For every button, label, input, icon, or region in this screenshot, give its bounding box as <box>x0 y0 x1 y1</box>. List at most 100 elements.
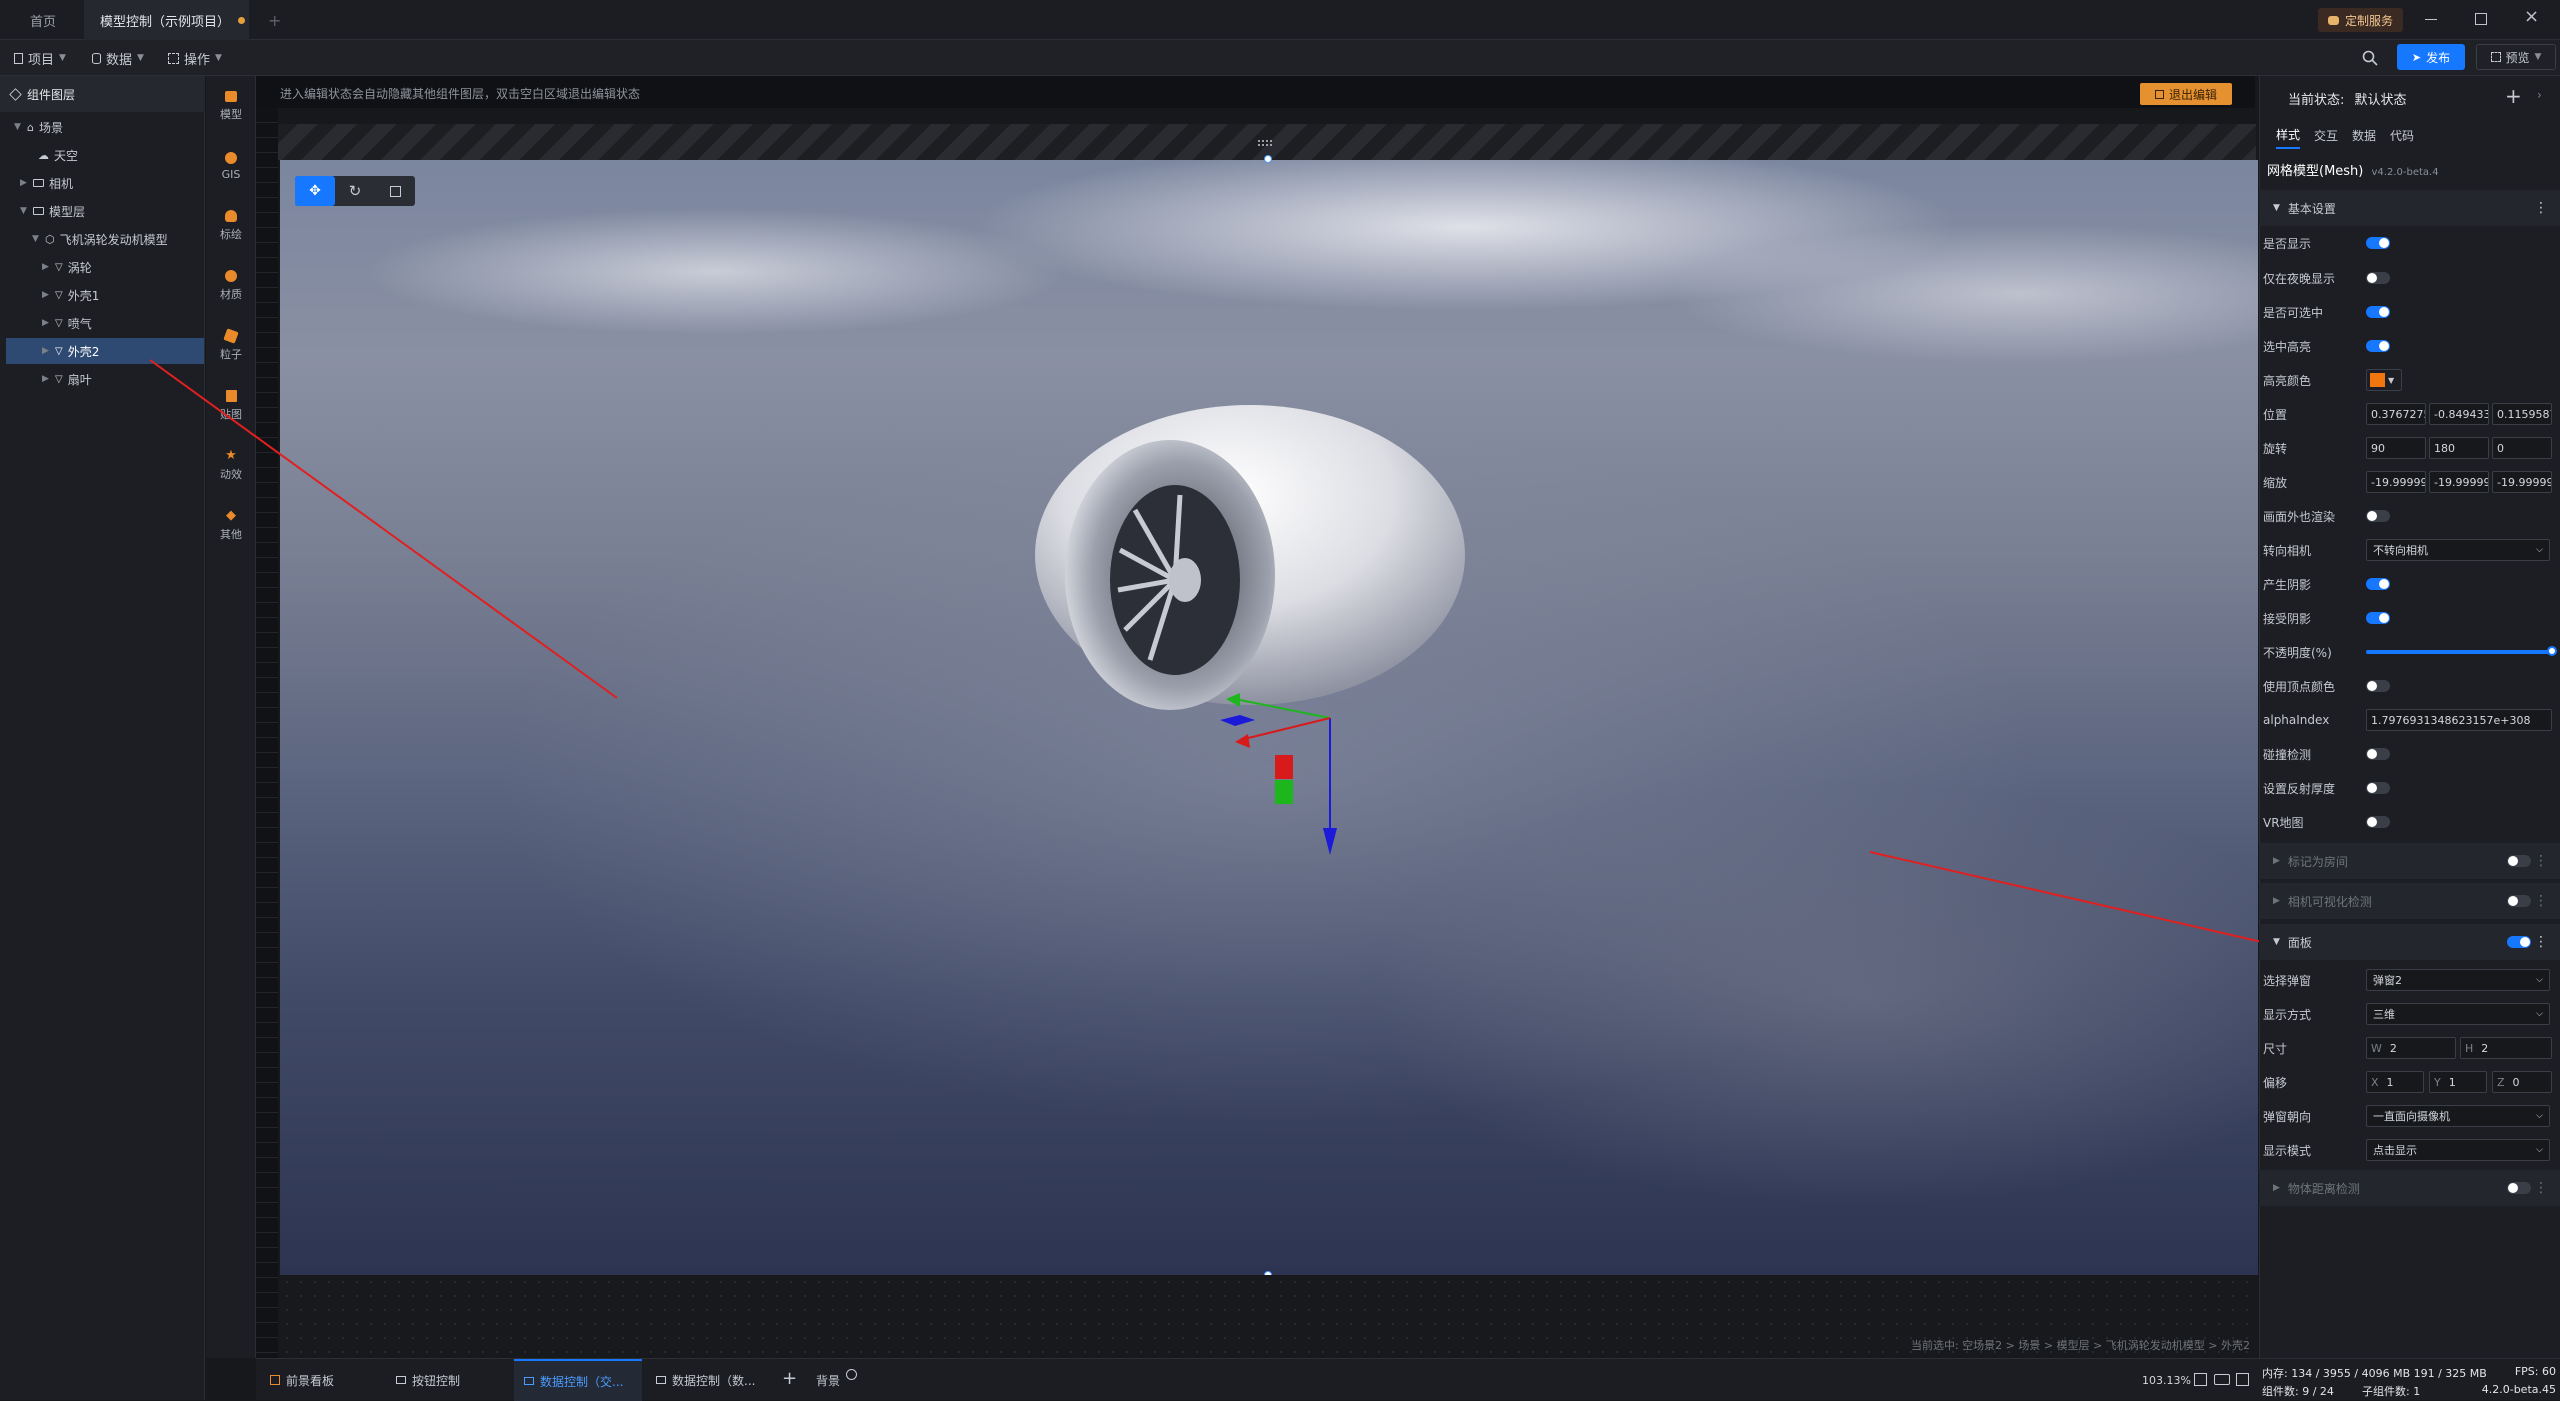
more-icon[interactable]: ⋮ <box>2534 200 2548 216</box>
width-input[interactable]: W2 <box>2366 1037 2456 1059</box>
more-icon[interactable]: ⋮ <box>2534 853 2548 869</box>
offset-y-input[interactable]: Y1 <box>2429 1071 2487 1093</box>
bottom-tab-data-values[interactable]: 数据控制（数... <box>646 1359 765 1401</box>
publish-button[interactable]: ➤ 发布 <box>2397 44 2465 70</box>
highlight-color-picker[interactable]: ▼ <box>2366 369 2402 391</box>
tree-item-turbine[interactable]: ▶ ▽ 涡轮 <box>6 254 204 280</box>
scale-z-input[interactable]: -19.99999 <box>2492 471 2552 493</box>
night-only-toggle[interactable] <box>2366 272 2390 284</box>
face-camera-select[interactable]: 不转向相机 ⌵ <box>2366 539 2550 561</box>
state-value[interactable]: 默认状态 <box>2355 93 2407 108</box>
transform-gizmo[interactable] <box>1220 693 1337 855</box>
position-x-input[interactable]: 0.3767275 <box>2366 403 2426 425</box>
selectable-toggle[interactable] <box>2366 306 2390 318</box>
bottom-tab-foreground[interactable]: 前景看板 <box>260 1359 344 1401</box>
close-icon[interactable]: × <box>2524 6 2539 27</box>
category-material[interactable]: 材质 <box>206 260 256 312</box>
operate-menu[interactable]: 操作 ▼ <box>168 40 222 76</box>
tree-item-camera[interactable]: ▶ 相机 <box>6 170 204 196</box>
bottom-tab-buttons[interactable]: 按钮控制 <box>386 1359 470 1401</box>
panel-section-header[interactable]: ▼ 面板 ⋮ <box>2259 924 2560 960</box>
height-input[interactable]: H2 <box>2460 1037 2552 1059</box>
scale-icon[interactable] <box>375 176 415 206</box>
more-icon[interactable]: ⋮ <box>2534 1180 2548 1196</box>
bottom-tab-data-interaction[interactable]: 数据控制（交... <box>514 1359 642 1401</box>
alpha-index-input[interactable]: 1.7976931348623157e+308 <box>2366 709 2552 731</box>
rotation-x-input[interactable]: 90 <box>2366 437 2426 459</box>
fit-icon[interactable] <box>2194 1373 2207 1386</box>
display-mode-select[interactable]: 三维 ⌵ <box>2366 1003 2550 1025</box>
minimize-icon[interactable] <box>2425 19 2437 20</box>
3d-viewport[interactable]: ✥ ↻ <box>280 160 2258 1275</box>
move-icon[interactable]: ✥ <box>295 176 335 206</box>
vertex-color-toggle[interactable] <box>2366 680 2390 692</box>
tab-style[interactable]: 样式 <box>2276 126 2301 149</box>
receive-shadow-toggle[interactable] <box>2366 612 2390 624</box>
scale-y-input[interactable]: -19.99999 <box>2429 471 2489 493</box>
tab-code[interactable]: 代码 <box>2390 127 2414 148</box>
vr-toggle[interactable] <box>2366 816 2390 828</box>
room-toggle[interactable] <box>2507 855 2531 867</box>
category-texture[interactable]: 贴图 <box>206 380 256 432</box>
search-icon[interactable] <box>2362 50 2378 66</box>
opacity-slider-thumb[interactable] <box>2547 646 2557 656</box>
add-panel-icon[interactable]: + <box>782 1368 797 1389</box>
restore-icon[interactable] <box>2475 13 2487 25</box>
opacity-slider-track[interactable] <box>2366 650 2552 654</box>
offset-z-input[interactable]: Z0 <box>2492 1071 2552 1093</box>
visible-toggle[interactable] <box>2366 237 2390 249</box>
highlight-toggle[interactable] <box>2366 340 2390 352</box>
exit-edit-button[interactable]: 退出编辑 <box>2140 83 2232 105</box>
offset-x-input[interactable]: X1 <box>2366 1071 2424 1093</box>
room-section-header[interactable]: ▶ 标记为房间 ⋮ <box>2259 843 2560 879</box>
category-effect[interactable]: ★ 动效 <box>206 440 256 492</box>
camera-check-toggle[interactable] <box>2507 895 2531 907</box>
orient-select[interactable]: 一直面向摄像机 ⌵ <box>2366 1105 2550 1127</box>
panel-toggle[interactable] <box>2507 936 2531 948</box>
tab-interaction[interactable]: 交互 <box>2314 127 2338 148</box>
rotation-z-input[interactable]: 0 <box>2492 437 2552 459</box>
category-gis[interactable]: GIS <box>206 140 256 192</box>
show-mode-select[interactable]: 点击显示 ⌵ <box>2366 1139 2550 1161</box>
scale-x-input[interactable]: -19.99999 <box>2366 471 2426 493</box>
resize-handle[interactable] <box>1264 155 1272 163</box>
category-model[interactable]: 模型 <box>206 80 256 132</box>
category-other[interactable]: ◆ 其他 <box>206 500 256 552</box>
tree-item-fan-blade[interactable]: ▶ ▽ 扇叶 <box>6 366 204 392</box>
cast-shadow-toggle[interactable] <box>2366 578 2390 590</box>
collision-toggle[interactable] <box>2366 748 2390 760</box>
more-icon[interactable]: ⋮ <box>2534 934 2548 950</box>
tab-model-control[interactable]: 模型控制（示例项目） <box>84 0 249 40</box>
drag-handle-icon[interactable] <box>1258 140 1272 146</box>
tree-item-sky[interactable]: ☁ 天空 <box>6 142 204 168</box>
custom-service-button[interactable]: 定制服务 <box>2318 8 2404 32</box>
keyboard-icon[interactable] <box>2214 1374 2230 1385</box>
tree-item-model-layer[interactable]: ▼ 模型层 <box>6 198 204 224</box>
reflect-toggle[interactable] <box>2366 782 2390 794</box>
tree-item-scene[interactable]: ▼ ⌂ 场景 <box>6 114 204 140</box>
bottom-tab-background[interactable]: 背景 <box>806 1359 867 1401</box>
new-tab-button[interactable]: + <box>252 0 297 40</box>
engine-model[interactable] <box>1035 405 1465 710</box>
data-menu[interactable]: 数据 ▼ <box>92 40 144 76</box>
popup-select[interactable]: 弹窗2 ⌵ <box>2366 969 2550 991</box>
distance-check-toggle[interactable] <box>2507 1182 2531 1194</box>
tree-item-shell1[interactable]: ▶ ▽ 外壳1 <box>6 282 204 308</box>
terminal-icon[interactable] <box>2236 1373 2249 1386</box>
render-outside-toggle[interactable] <box>2366 510 2390 522</box>
position-y-input[interactable]: -0.849433 <box>2429 403 2489 425</box>
distance-check-header[interactable]: ▶ 物体距离检测 ⋮ <box>2259 1170 2560 1206</box>
position-z-input[interactable]: 0.1159587 <box>2492 403 2552 425</box>
add-state-icon[interactable]: + <box>2505 84 2522 108</box>
rotation-y-input[interactable]: 180 <box>2429 437 2489 459</box>
project-menu[interactable]: 项目 ▼ <box>14 40 66 76</box>
chevron-right-icon[interactable]: › <box>2537 88 2542 102</box>
basic-settings-header[interactable]: ▼ 基本设置 ⋮ <box>2259 190 2560 226</box>
tree-item-jet[interactable]: ▶ ▽ 喷气 <box>6 310 204 336</box>
tree-item-shell2[interactable]: ▶ ▽ 外壳2 <box>6 338 204 364</box>
category-plot[interactable]: 标绘 <box>206 200 256 252</box>
tree-item-engine-model[interactable]: ▼ ⬡ 飞机涡轮发动机模型 <box>6 226 204 252</box>
more-icon[interactable]: ⋮ <box>2534 893 2548 909</box>
tab-data[interactable]: 数据 <box>2352 127 2376 148</box>
camera-check-header[interactable]: ▶ 相机可视化检测 ⋮ <box>2259 883 2560 919</box>
